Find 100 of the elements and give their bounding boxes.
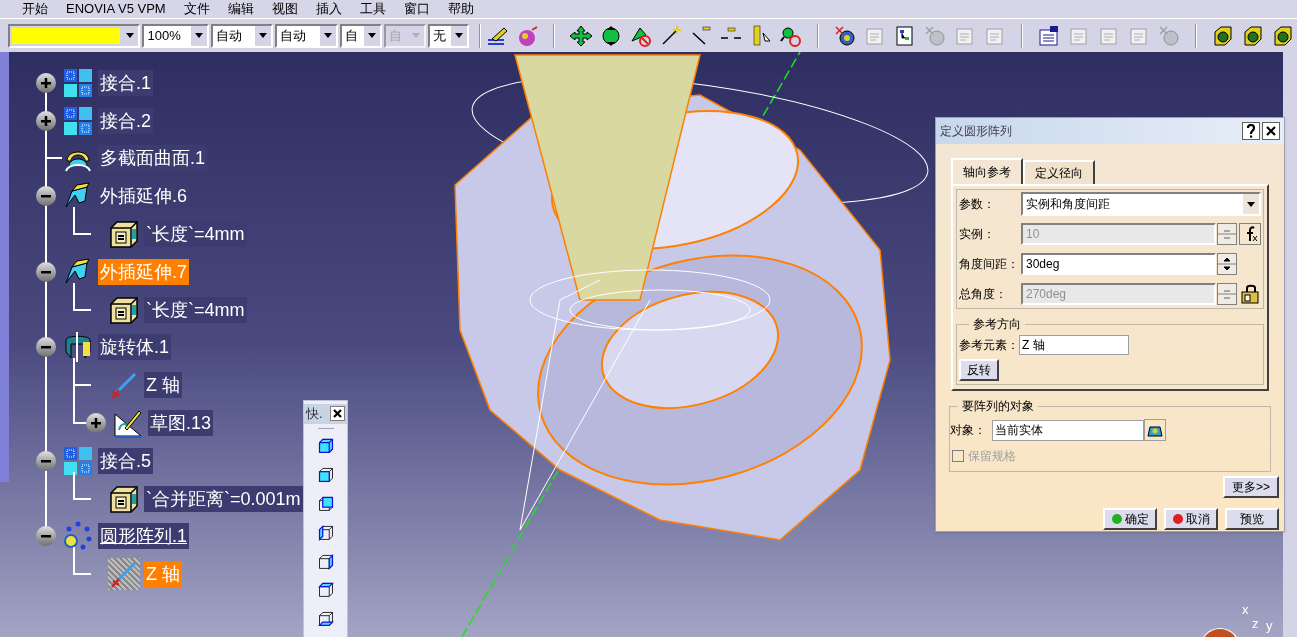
menu-item[interactable]: 帮助 (447, 0, 474, 19)
line-icon[interactable] (690, 24, 713, 47)
axis-icon (108, 558, 140, 591)
checkbox-label: 保留规格 (968, 448, 1016, 465)
field-label: 实例： (959, 226, 996, 243)
group-title: 参考方向 (972, 316, 1022, 333)
menu-item[interactable]: 文件 (183, 0, 210, 19)
magnifier-icon[interactable] (780, 24, 803, 47)
select-icon[interactable] (1144, 419, 1166, 441)
field-label: 对象： (950, 422, 987, 439)
rotate-icon[interactable] (600, 24, 623, 47)
preview-button[interactable]: 预览 (1225, 508, 1279, 530)
menu-item[interactable]: 开始 (22, 0, 48, 19)
cube-icon[interactable] (1241, 24, 1264, 47)
caret-icon (367, 33, 376, 38)
cube-icon[interactable] (1271, 24, 1294, 47)
gear-icon[interactable] (834, 24, 857, 47)
dialog-title: 定义圆形阵列 (940, 123, 1013, 140)
lock-icon[interactable] (1239, 283, 1261, 305)
plus-icon (40, 114, 52, 127)
axis-label: y (1266, 617, 1273, 635)
reverse-button[interactable]: 反转 (959, 359, 999, 381)
caret-icon (126, 33, 135, 38)
menu-item[interactable]: 编辑 (227, 0, 254, 19)
tree-node-label[interactable]: 接合.2 (98, 107, 153, 134)
input-field[interactable]: 当前实体 (992, 419, 1144, 441)
scrollbar[interactable] (0, 52, 9, 482)
caret-icon (194, 33, 203, 38)
menu-item[interactable]: 窗口 (403, 0, 430, 19)
axis-label: x (1242, 601, 1249, 619)
help-button[interactable] (1242, 122, 1260, 140)
tree-node-label[interactable]: 接合.5 (98, 447, 153, 474)
spin-button[interactable] (1217, 253, 1237, 275)
axis-icon (109, 370, 139, 401)
parameter-box-icon (109, 483, 139, 514)
tree-node-label[interactable]: 旋转体.1 (98, 334, 171, 361)
pan-icon[interactable] (570, 24, 593, 47)
expand-button[interactable] (86, 413, 106, 434)
tab[interactable]: 定义径向 (1023, 160, 1095, 184)
collapse-button[interactable] (36, 337, 56, 358)
ok-button[interactable]: 确定 (1103, 508, 1157, 530)
sphere-icon[interactable] (516, 24, 539, 47)
parameter-box-icon (109, 294, 139, 325)
caret-icon (1247, 201, 1255, 207)
collapse-button[interactable] (36, 261, 56, 282)
pattern-icon (63, 521, 93, 552)
field-label: 角度间距： (959, 256, 1020, 273)
menu-item[interactable]: ENOVIA V5 VPM (66, 0, 166, 19)
tree-node-label[interactable]: `长度`=4mm (144, 296, 247, 323)
toolbar-title: 快. (306, 405, 323, 423)
cancel-button[interactable]: 取消 (1164, 508, 1218, 530)
point-icon[interactable] (660, 24, 683, 47)
menu-item[interactable]: 视图 (271, 0, 298, 19)
collapse-button[interactable] (36, 526, 56, 547)
tree-node-label[interactable]: 草图.13 (148, 410, 214, 437)
close-button[interactable] (1262, 122, 1280, 140)
dropdown[interactable]: 无 (427, 23, 470, 48)
cube-icon[interactable] (1211, 24, 1234, 47)
caret-icon (323, 33, 332, 38)
caret-icon (259, 33, 268, 38)
bar-icon[interactable] (750, 24, 773, 47)
field-label: 参考元素： (959, 337, 1019, 354)
dropdown[interactable]: 自 (339, 23, 382, 48)
tree-node-label[interactable]: `合并距离`=0.001m (144, 485, 303, 512)
dropdown[interactable]: 实例和角度间距 (1021, 192, 1261, 216)
expand-button[interactable] (36, 110, 56, 131)
close-button[interactable] (330, 406, 345, 422)
input-field[interactable]: Z 轴 (1019, 335, 1129, 355)
input-field[interactable]: 30deg (1021, 253, 1216, 275)
close-icon (1266, 126, 1276, 136)
help-icon (1246, 124, 1256, 138)
join-icon (63, 67, 93, 98)
menu-item[interactable]: 插入 (315, 0, 342, 19)
tree-node-label[interactable]: 接合.1 (98, 69, 153, 96)
collapse-button[interactable] (36, 186, 56, 207)
tree-node-label[interactable]: 圆形阵列.1 (98, 523, 189, 550)
sketch-icon (113, 408, 143, 439)
plus-icon (90, 417, 102, 430)
dropdown[interactable]: 100% (142, 23, 209, 48)
list-icon[interactable] (1038, 24, 1061, 47)
field-label: 参数： (959, 196, 996, 213)
formula-icon[interactable] (1239, 223, 1261, 245)
collapse-button[interactable] (36, 450, 56, 471)
dropdown[interactable]: 自动 (275, 23, 338, 48)
tree-node-label[interactable]: Z 轴 (144, 372, 182, 399)
join-icon (63, 105, 93, 136)
menu-item[interactable]: 工具 (359, 0, 386, 19)
caret-icon (455, 33, 464, 38)
caret-icon (411, 33, 420, 38)
tree-node-label[interactable]: `长度`=4mm (144, 221, 247, 248)
dropdown[interactable]: 自动 (210, 23, 274, 48)
parameter-box-icon (109, 219, 139, 250)
group-title: 要阵列的对象 (961, 398, 1035, 415)
tree-node-label[interactable]: 多截面曲面.1 (98, 145, 207, 172)
more-button[interactable]: 更多>> (1223, 476, 1279, 498)
close-icon (333, 409, 342, 419)
expand-button[interactable] (36, 72, 56, 93)
tab[interactable]: 轴向参考 (951, 158, 1023, 184)
dropdown[interactable] (8, 23, 141, 48)
plus-icon (40, 76, 52, 89)
